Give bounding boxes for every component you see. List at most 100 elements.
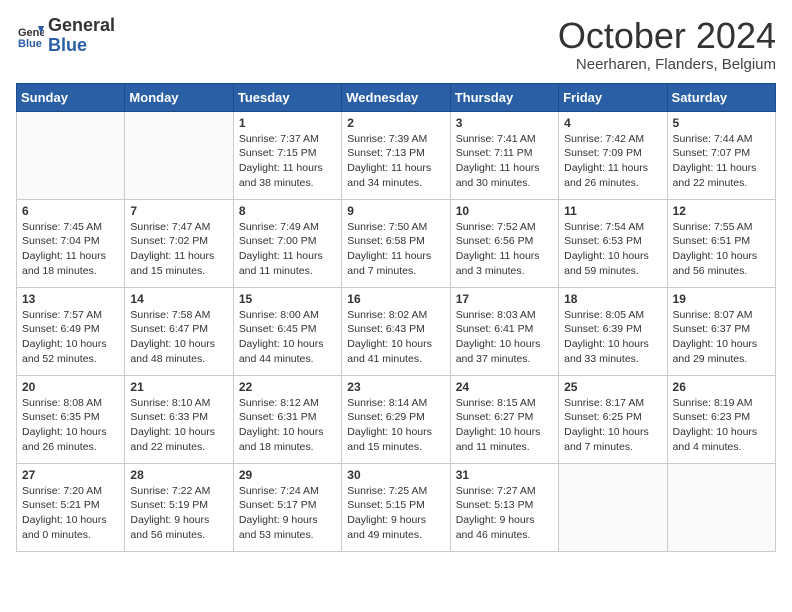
day-info: Sunrise: 8:00 AM Sunset: 6:45 PM Dayligh… bbox=[239, 308, 336, 367]
weekday-header: Sunday bbox=[17, 83, 125, 111]
calendar-day-cell: 12Sunrise: 7:55 AM Sunset: 6:51 PM Dayli… bbox=[667, 199, 775, 287]
calendar-day-cell: 23 Sunrise: 8:14 AM Sunset: 6:29 PM Dayli… bbox=[342, 375, 450, 463]
day-info: Sunrise: 7:50 AM Sunset: 6:58 PM Dayligh… bbox=[347, 220, 444, 279]
day-info: Sunrise: 7:45 AM Sunset: 7:04 PM Dayligh… bbox=[22, 220, 119, 279]
day-number: 7 bbox=[130, 204, 227, 218]
weekday-header: Thursday bbox=[450, 83, 558, 111]
calendar-day-cell: 21Sunrise: 8:10 AM Sunset: 6:33 PM Dayli… bbox=[125, 375, 233, 463]
day-number: 10 bbox=[456, 204, 553, 218]
day-number: 25 bbox=[564, 380, 661, 394]
day-info: Sunrise: 8:07 AM Sunset: 6:37 PM Dayligh… bbox=[673, 308, 770, 367]
calendar-day-cell: 4Sunrise: 7:42 AM Sunset: 7:09 PM Daylig… bbox=[559, 111, 667, 199]
day-number: 24 bbox=[456, 380, 553, 394]
weekday-header: Tuesday bbox=[233, 83, 341, 111]
calendar-day-cell: 27Sunrise: 7:20 AM Sunset: 5:21 PM Dayli… bbox=[17, 463, 125, 551]
day-info: Sunrise: 8:05 AM Sunset: 6:39 PM Dayligh… bbox=[564, 308, 661, 367]
calendar-day-cell: 9 Sunrise: 7:50 AM Sunset: 6:58 PM Daylig… bbox=[342, 199, 450, 287]
calendar-day-cell: 6 Sunrise: 7:45 AM Sunset: 7:04 PM Daylig… bbox=[17, 199, 125, 287]
day-info: Sunrise: 7:41 AM Sunset: 7:11 PM Dayligh… bbox=[456, 132, 553, 191]
calendar-day-cell bbox=[559, 463, 667, 551]
calendar-day-cell bbox=[667, 463, 775, 551]
day-number: 23 bbox=[347, 380, 444, 394]
location: Neerharen, Flanders, Belgium bbox=[558, 56, 776, 73]
day-number: 8 bbox=[239, 204, 336, 218]
month-title: October 2024 bbox=[558, 16, 776, 56]
day-info: Sunrise: 7:27 AM Sunset: 5:13 PM Dayligh… bbox=[456, 484, 553, 543]
svg-text:Blue: Blue bbox=[18, 38, 42, 50]
calendar-day-cell: 8 Sunrise: 7:49 AM Sunset: 7:00 PM Daylig… bbox=[233, 199, 341, 287]
day-number: 2 bbox=[347, 116, 444, 130]
calendar-day-cell: 3 Sunrise: 7:41 AM Sunset: 7:11 PM Daylig… bbox=[450, 111, 558, 199]
day-info: Sunrise: 7:52 AM Sunset: 6:56 PM Dayligh… bbox=[456, 220, 553, 279]
day-number: 19 bbox=[673, 292, 770, 306]
calendar-day-cell: 15 Sunrise: 8:00 AM Sunset: 6:45 PM Dayli… bbox=[233, 287, 341, 375]
day-info: Sunrise: 7:44 AM Sunset: 7:07 PM Dayligh… bbox=[673, 132, 770, 191]
weekday-header: Monday bbox=[125, 83, 233, 111]
day-number: 26 bbox=[673, 380, 770, 394]
day-info: Sunrise: 7:37 AM Sunset: 7:15 PM Dayligh… bbox=[239, 132, 336, 191]
logo: General Blue General Blue bbox=[16, 16, 115, 56]
day-number: 15 bbox=[239, 292, 336, 306]
day-info: Sunrise: 7:24 AM Sunset: 5:17 PM Dayligh… bbox=[239, 484, 336, 543]
calendar-day-cell: 20 Sunrise: 8:08 AM Sunset: 6:35 PM Dayli… bbox=[17, 375, 125, 463]
day-info: Sunrise: 8:17 AM Sunset: 6:25 PM Dayligh… bbox=[564, 396, 661, 455]
calendar-day-cell: 13Sunrise: 7:57 AM Sunset: 6:49 PM Dayli… bbox=[17, 287, 125, 375]
calendar-day-cell: 7 Sunrise: 7:47 AM Sunset: 7:02 PM Daylig… bbox=[125, 199, 233, 287]
calendar-day-cell: 1Sunrise: 7:37 AM Sunset: 7:15 PM Daylig… bbox=[233, 111, 341, 199]
day-number: 22 bbox=[239, 380, 336, 394]
calendar-day-cell: 17Sunrise: 8:03 AM Sunset: 6:41 PM Dayli… bbox=[450, 287, 558, 375]
day-info: Sunrise: 8:19 AM Sunset: 6:23 PM Dayligh… bbox=[673, 396, 770, 455]
page-header: General Blue General Blue October 2024 N… bbox=[16, 16, 776, 73]
calendar-week-row: 13Sunrise: 7:57 AM Sunset: 6:49 PM Dayli… bbox=[17, 287, 776, 375]
day-info: Sunrise: 8:14 AM Sunset: 6:29 PM Dayligh… bbox=[347, 396, 444, 455]
day-number: 18 bbox=[564, 292, 661, 306]
day-number: 31 bbox=[456, 468, 553, 482]
calendar-day-cell: 25 Sunrise: 8:17 AM Sunset: 6:25 PM Dayli… bbox=[559, 375, 667, 463]
day-number: 29 bbox=[239, 468, 336, 482]
day-info: Sunrise: 8:08 AM Sunset: 6:35 PM Dayligh… bbox=[22, 396, 119, 455]
day-number: 3 bbox=[456, 116, 553, 130]
calendar-week-row: 1Sunrise: 7:37 AM Sunset: 7:15 PM Daylig… bbox=[17, 111, 776, 199]
calendar-table: SundayMondayTuesdayWednesdayThursdayFrid… bbox=[16, 83, 776, 552]
calendar-day-cell: 10 Sunrise: 7:52 AM Sunset: 6:56 PM Dayli… bbox=[450, 199, 558, 287]
day-info: Sunrise: 8:03 AM Sunset: 6:41 PM Dayligh… bbox=[456, 308, 553, 367]
day-number: 30 bbox=[347, 468, 444, 482]
day-number: 11 bbox=[564, 204, 661, 218]
calendar-week-row: 6 Sunrise: 7:45 AM Sunset: 7:04 PM Daylig… bbox=[17, 199, 776, 287]
day-info: Sunrise: 8:02 AM Sunset: 6:43 PM Dayligh… bbox=[347, 308, 444, 367]
calendar-day-cell: 28 Sunrise: 7:22 AM Sunset: 5:19 PM Dayli… bbox=[125, 463, 233, 551]
calendar-day-cell: 16 Sunrise: 8:02 AM Sunset: 6:43 PM Dayli… bbox=[342, 287, 450, 375]
day-number: 9 bbox=[347, 204, 444, 218]
day-info: Sunrise: 7:25 AM Sunset: 5:15 PM Dayligh… bbox=[347, 484, 444, 543]
weekday-header: Friday bbox=[559, 83, 667, 111]
day-number: 5 bbox=[673, 116, 770, 130]
calendar-day-cell: 31 Sunrise: 7:27 AM Sunset: 5:13 PM Dayli… bbox=[450, 463, 558, 551]
day-info: Sunrise: 8:10 AM Sunset: 6:33 PM Dayligh… bbox=[130, 396, 227, 455]
weekday-header-row: SundayMondayTuesdayWednesdayThursdayFrid… bbox=[17, 83, 776, 111]
weekday-header: Wednesday bbox=[342, 83, 450, 111]
day-number: 28 bbox=[130, 468, 227, 482]
calendar-week-row: 27Sunrise: 7:20 AM Sunset: 5:21 PM Dayli… bbox=[17, 463, 776, 551]
day-info: Sunrise: 7:39 AM Sunset: 7:13 PM Dayligh… bbox=[347, 132, 444, 191]
day-info: Sunrise: 8:15 AM Sunset: 6:27 PM Dayligh… bbox=[456, 396, 553, 455]
day-number: 6 bbox=[22, 204, 119, 218]
day-number: 16 bbox=[347, 292, 444, 306]
calendar-day-cell: 5 Sunrise: 7:44 AM Sunset: 7:07 PM Daylig… bbox=[667, 111, 775, 199]
calendar-day-cell: 14Sunrise: 7:58 AM Sunset: 6:47 PM Dayli… bbox=[125, 287, 233, 375]
logo-text: General Blue bbox=[48, 16, 115, 56]
day-number: 20 bbox=[22, 380, 119, 394]
day-info: Sunrise: 7:47 AM Sunset: 7:02 PM Dayligh… bbox=[130, 220, 227, 279]
day-number: 27 bbox=[22, 468, 119, 482]
day-info: Sunrise: 7:49 AM Sunset: 7:00 PM Dayligh… bbox=[239, 220, 336, 279]
day-number: 14 bbox=[130, 292, 227, 306]
day-info: Sunrise: 7:22 AM Sunset: 5:19 PM Dayligh… bbox=[130, 484, 227, 543]
calendar-day-cell: 26 Sunrise: 8:19 AM Sunset: 6:23 PM Dayli… bbox=[667, 375, 775, 463]
day-number: 13 bbox=[22, 292, 119, 306]
calendar-day-cell: 11 Sunrise: 7:54 AM Sunset: 6:53 PM Dayli… bbox=[559, 199, 667, 287]
calendar-day-cell: 2 Sunrise: 7:39 AM Sunset: 7:13 PM Daylig… bbox=[342, 111, 450, 199]
day-info: Sunrise: 7:54 AM Sunset: 6:53 PM Dayligh… bbox=[564, 220, 661, 279]
calendar-day-cell bbox=[17, 111, 125, 199]
calendar-day-cell bbox=[125, 111, 233, 199]
calendar-day-cell: 30 Sunrise: 7:25 AM Sunset: 5:15 PM Dayli… bbox=[342, 463, 450, 551]
day-number: 4 bbox=[564, 116, 661, 130]
